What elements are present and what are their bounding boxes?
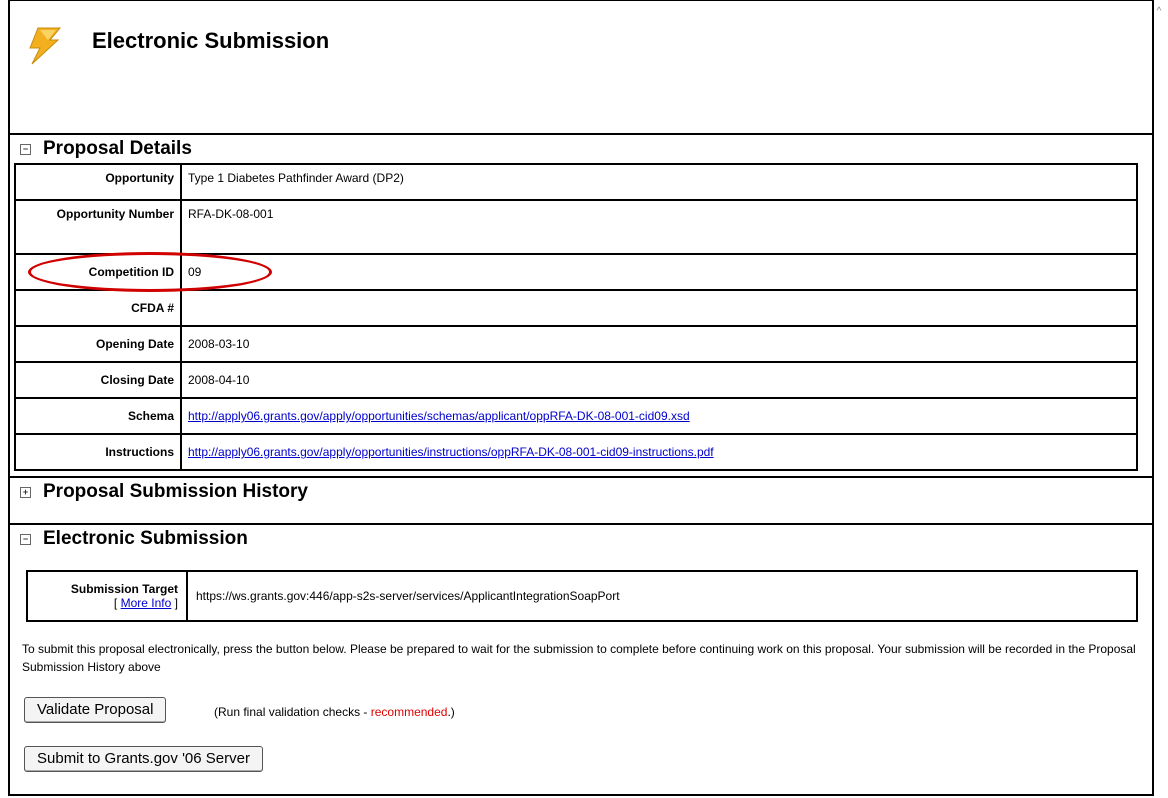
table-row: Opportunity Number RFA-DK-08-001	[14, 199, 1138, 255]
validate-proposal-button[interactable]: Validate Proposal	[24, 697, 167, 723]
validate-note: (Run final validation checks - recommend…	[214, 705, 455, 719]
row-value-cell: http://apply06.grants.gov/apply/opportun…	[180, 397, 1138, 435]
section-submission-history[interactable]: + Proposal Submission History	[10, 476, 1154, 506]
row-value: RFA-DK-08-001	[180, 199, 1138, 255]
collapse-icon[interactable]: −	[20, 534, 31, 545]
bracket-close: ]	[174, 596, 178, 610]
validate-note-prefix: (Run final validation checks -	[214, 705, 371, 719]
target-label-cell: Submission Target [ More Info ]	[26, 570, 188, 622]
page-title: Electronic Submission	[92, 28, 330, 53]
recommended-text: recommended	[370, 705, 448, 719]
bracket-open: [	[113, 596, 118, 610]
table-row: Opening Date 2008-03-10	[14, 325, 1138, 363]
row-value: 2008-03-10	[180, 325, 1138, 363]
row-label: Schema	[14, 397, 182, 435]
proposal-details-table: Opportunity Type 1 Diabetes Pathfinder A…	[14, 163, 1138, 471]
row-value-cell: http://apply06.grants.gov/apply/opportun…	[180, 433, 1138, 471]
collapse-icon[interactable]: −	[20, 144, 31, 155]
schema-link[interactable]: http://apply06.grants.gov/apply/opportun…	[188, 409, 690, 423]
row-label: CFDA #	[14, 289, 182, 327]
annotation-ellipse	[28, 252, 272, 292]
section-heading: Electronic Submission	[43, 528, 248, 549]
table-row: Submission Target [ More Info ] https://…	[26, 570, 1138, 622]
submission-instructions: To submit this proposal electronically, …	[22, 642, 1136, 674]
row-label: Opportunity Number	[14, 199, 182, 255]
table-row: Instructions http://apply06.grants.gov/a…	[14, 433, 1138, 471]
table-row: Schema http://apply06.grants.gov/apply/o…	[14, 397, 1138, 435]
table-row: CFDA #	[14, 289, 1138, 327]
row-value: 09	[180, 253, 1138, 291]
section-proposal-details[interactable]: − Proposal Details	[10, 133, 1154, 163]
table-row: Opportunity Type 1 Diabetes Pathfinder A…	[14, 163, 1138, 201]
submission-target-value: https://ws.grants.gov:446/app-s2s-server…	[186, 570, 1138, 622]
row-label: Opening Date	[14, 325, 182, 363]
row-value: 2008-04-10	[180, 361, 1138, 399]
table-row: Closing Date 2008-04-10	[14, 361, 1138, 399]
section-electronic-submission[interactable]: − Electronic Submission	[10, 523, 1154, 553]
row-value	[180, 289, 1138, 327]
lightning-bolt-icon	[29, 27, 62, 65]
more-info-link[interactable]: More Info	[121, 596, 172, 610]
row-label: Instructions	[14, 433, 182, 471]
row-value: Type 1 Diabetes Pathfinder Award (DP2)	[180, 163, 1138, 201]
submit-to-grants-button[interactable]: Submit to Grants.gov '06 Server	[24, 746, 263, 772]
submission-target-label: Submission Target	[70, 582, 178, 596]
section-heading: Proposal Details	[43, 138, 192, 159]
instructions-link[interactable]: http://apply06.grants.gov/apply/opportun…	[188, 445, 714, 459]
expand-icon[interactable]: +	[20, 487, 31, 498]
row-label: Closing Date	[14, 361, 182, 399]
submission-target-table: Submission Target [ More Info ] https://…	[26, 570, 1138, 622]
row-label: Opportunity	[14, 163, 182, 201]
section-heading: Proposal Submission History	[43, 481, 308, 502]
validate-note-suffix: .)	[447, 705, 455, 719]
scroll-up-icon[interactable]: ^	[1153, 6, 1165, 18]
